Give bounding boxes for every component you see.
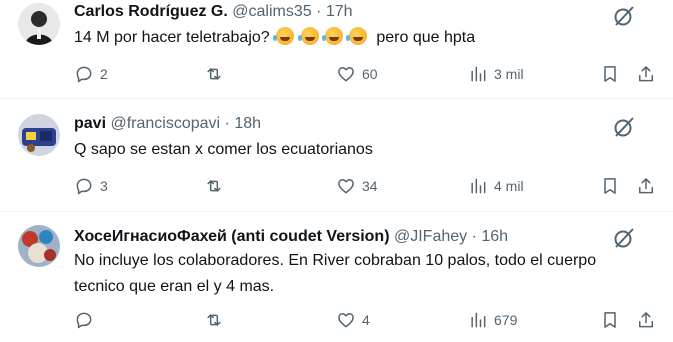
avatar-image bbox=[18, 225, 60, 267]
reply-button[interactable]: 3 bbox=[74, 174, 108, 198]
views-button[interactable]: 679 bbox=[468, 308, 517, 332]
like-button[interactable]: 60 bbox=[336, 62, 378, 86]
reply-text-end: pero que hpta bbox=[371, 29, 476, 46]
timestamp[interactable]: 17h bbox=[326, 3, 353, 20]
separator: · bbox=[471, 228, 477, 245]
bookmark-icon bbox=[604, 312, 616, 328]
share-icon bbox=[639, 66, 653, 82]
reply-text: 14 M por hacer teletrabajo? pero que hpt… bbox=[74, 25, 634, 51]
reply-text: Q sapo se estan x comer los ecuatorianos bbox=[74, 141, 373, 158]
action-bar: 2 60 3 mil bbox=[0, 62, 673, 86]
repost-icon bbox=[207, 314, 221, 326]
author-name[interactable]: Carlos Rodríguez G. bbox=[74, 3, 228, 20]
author-name[interactable]: pavi bbox=[74, 115, 106, 132]
reply-button[interactable]: 2 bbox=[74, 62, 108, 86]
avatar[interactable] bbox=[18, 3, 60, 45]
views-icon bbox=[471, 178, 486, 194]
reply-card[interactable]: Carlos Rodríguez G. @calims35 · 17h 14 M… bbox=[0, 0, 673, 98]
rolling-on-floor-laughing-emoji-icon bbox=[297, 27, 319, 45]
like-icon bbox=[338, 67, 354, 82]
avatar-image bbox=[18, 114, 60, 156]
rolling-on-floor-laughing-emoji-icon bbox=[322, 27, 344, 45]
bookmark-button[interactable] bbox=[600, 174, 620, 198]
timestamp[interactable]: 16h bbox=[481, 228, 508, 245]
reply-button[interactable] bbox=[74, 308, 100, 332]
share-button[interactable] bbox=[636, 62, 656, 86]
views-button[interactable]: 4 mil bbox=[468, 174, 524, 198]
views-count: 3 mil bbox=[494, 66, 524, 82]
reply-header: pavi @franciscopavi · 18h bbox=[74, 114, 261, 134]
like-count: 60 bbox=[362, 66, 378, 82]
like-icon bbox=[338, 179, 354, 194]
reply-icon bbox=[76, 178, 92, 195]
bookmark-button[interactable] bbox=[600, 62, 620, 86]
like-count: 34 bbox=[362, 178, 378, 194]
author-name[interactable]: ХосеИгнасиоФахей (anti coudet Version) bbox=[74, 228, 390, 245]
reply-text: No incluye los colaboradores. En River c… bbox=[74, 252, 597, 295]
share-icon bbox=[639, 178, 653, 194]
reply-card[interactable]: ХосеИгнасиоФахей (anti coudet Version) @… bbox=[0, 212, 673, 342]
bookmark-icon bbox=[604, 178, 616, 194]
repost-button[interactable] bbox=[204, 308, 230, 332]
reply-icon bbox=[76, 66, 92, 83]
bookmark-icon bbox=[604, 66, 616, 82]
repost-button[interactable] bbox=[204, 62, 230, 86]
author-handle[interactable]: @calims35 bbox=[232, 3, 311, 20]
action-bar: 4 679 bbox=[0, 308, 673, 332]
repost-button[interactable] bbox=[204, 174, 230, 198]
timestamp[interactable]: 18h bbox=[234, 115, 261, 132]
bookmark-button[interactable] bbox=[600, 308, 620, 332]
author-handle[interactable]: @JIFahey bbox=[394, 228, 467, 245]
like-icon bbox=[338, 313, 354, 328]
views-count: 4 mil bbox=[494, 178, 524, 194]
rolling-on-floor-laughing-emoji-icon bbox=[273, 27, 295, 45]
avatar[interactable] bbox=[18, 225, 60, 267]
views-count: 679 bbox=[494, 312, 518, 328]
avatar[interactable] bbox=[18, 114, 60, 156]
like-count: 4 bbox=[362, 312, 370, 328]
reply-card[interactable]: pavi @franciscopavi · 18h Q sapo se esta… bbox=[0, 99, 673, 211]
reply-header: ХосеИгнасиоФахей (anti coudet Version) @… bbox=[74, 227, 508, 247]
reply-header: Carlos Rodríguez G. @calims35 · 17h bbox=[74, 2, 353, 22]
share-button[interactable] bbox=[636, 174, 656, 198]
author-handle[interactable]: @franciscopavi bbox=[110, 115, 220, 132]
reply-count: 2 bbox=[100, 66, 108, 82]
rolling-on-floor-laughing-emoji-icon bbox=[346, 27, 368, 45]
like-button[interactable]: 34 bbox=[336, 174, 378, 198]
like-button[interactable]: 4 bbox=[336, 308, 370, 332]
share-button[interactable] bbox=[636, 308, 656, 332]
share-icon bbox=[639, 312, 653, 328]
separator: · bbox=[316, 3, 322, 20]
separator: · bbox=[224, 115, 230, 132]
reply-text-start: 14 M por hacer teletrabajo? bbox=[74, 29, 270, 46]
reply-icon bbox=[76, 312, 92, 329]
repost-icon bbox=[207, 180, 221, 192]
avatar-image bbox=[18, 3, 60, 45]
reply-count: 3 bbox=[100, 178, 108, 194]
views-button[interactable]: 3 mil bbox=[468, 62, 524, 86]
action-bar: 3 34 4 mil bbox=[0, 174, 673, 198]
views-icon bbox=[471, 66, 486, 82]
repost-icon bbox=[207, 68, 221, 80]
views-icon bbox=[471, 312, 486, 328]
